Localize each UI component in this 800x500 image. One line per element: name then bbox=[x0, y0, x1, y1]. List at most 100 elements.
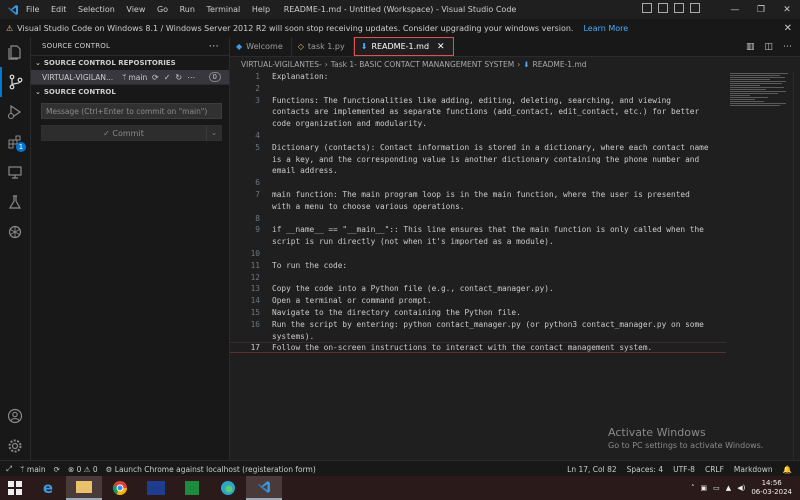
branch-icon: ᛘ bbox=[122, 72, 127, 82]
tray-app-icon[interactable]: ▣ bbox=[701, 484, 708, 492]
system-tray: ˄ ▣ ▭ ▲ ◀) 14:56 06-03-2024 bbox=[691, 476, 792, 500]
customize-layout-icon[interactable] bbox=[690, 3, 700, 13]
breadcrumb: VIRTUAL-VIGILANTES- › Task 1- BASIC CONT… bbox=[230, 57, 800, 71]
menu-view[interactable]: View bbox=[126, 5, 145, 14]
more-actions-icon[interactable]: ⋯ bbox=[209, 41, 219, 52]
status-bar: ⤢ ᛘ main ⟳ ⊗ 0 ⚠ 0 ⚙ Launch Chrome again… bbox=[0, 460, 800, 477]
code-line: Run the script by entering: python conta… bbox=[272, 319, 704, 329]
internet-explorer-icon[interactable]: e bbox=[30, 476, 66, 500]
line-number: 7 bbox=[255, 190, 260, 199]
status-branch[interactable]: ᛘ main bbox=[20, 465, 46, 474]
close-tab-icon[interactable]: ✕ bbox=[437, 42, 445, 52]
tab-welcome[interactable]: ◆ Welcome bbox=[230, 37, 292, 56]
menu-go[interactable]: Go bbox=[157, 5, 168, 14]
settings-gear-icon[interactable] bbox=[0, 431, 30, 461]
status-encoding[interactable]: UTF-8 bbox=[673, 465, 695, 474]
line-number: 11 bbox=[250, 260, 260, 270]
breadcrumb-separator-icon: › bbox=[324, 59, 328, 69]
volume-icon[interactable]: ◀) bbox=[737, 484, 745, 492]
code-line: Dictionary (contacts): Contact informati… bbox=[272, 142, 709, 152]
code-line: script is run directly (not when it's im… bbox=[272, 237, 554, 247]
repo-more-icon[interactable]: ⋯ bbox=[187, 73, 195, 82]
toggle-panel-icon[interactable] bbox=[658, 3, 668, 13]
close-notice-icon[interactable]: ✕ bbox=[784, 23, 792, 34]
breadcrumb-folder[interactable]: Task 1- BASIC CONTACT MANANGEMENT SYSTEM bbox=[331, 60, 514, 69]
split-editor-icon[interactable]: ◫ bbox=[764, 42, 773, 52]
status-launch-config[interactable]: ⚙ Launch Chrome against localhost (regis… bbox=[106, 465, 316, 474]
status-language[interactable]: Markdown bbox=[734, 465, 773, 474]
toggle-secondary-sidebar-icon[interactable] bbox=[674, 3, 684, 13]
commit-dropdown-chevron-icon[interactable]: ⌄ bbox=[206, 125, 222, 141]
editor-scrollbar[interactable] bbox=[793, 71, 800, 460]
file-explorer-icon[interactable] bbox=[66, 476, 102, 500]
minimap[interactable] bbox=[730, 71, 794, 460]
tab-readme-1-md[interactable]: ⬇ README-1.md ✕ bbox=[353, 37, 454, 56]
menu-selection[interactable]: Selection bbox=[78, 5, 115, 14]
open-preview-icon[interactable]: ▥ bbox=[746, 42, 755, 52]
chrome-icon[interactable] bbox=[102, 476, 138, 500]
code-line: Navigate to the directory containing the… bbox=[272, 308, 521, 317]
line-number: 2 bbox=[255, 83, 260, 93]
commit-button[interactable]: ✓ Commit bbox=[41, 125, 206, 141]
source-control-icon[interactable] bbox=[0, 67, 30, 97]
chevron-down-icon: ⌄ bbox=[35, 88, 41, 96]
taskbar-clock[interactable]: 14:56 06-03-2024 bbox=[751, 479, 792, 497]
learn-more-link[interactable]: Learn More bbox=[583, 24, 628, 33]
menu-file[interactable]: File bbox=[26, 5, 39, 14]
status-indentation[interactable]: Spaces: 4 bbox=[627, 465, 663, 474]
code-line: Copy the code into a Python file (e.g., … bbox=[272, 284, 554, 294]
code-line: contacts are implemented as separate fun… bbox=[272, 107, 700, 117]
explorer-icon[interactable] bbox=[0, 37, 30, 67]
sync-status-icon[interactable]: ⟳ bbox=[54, 465, 60, 474]
repository-branch[interactable]: ᛘ main bbox=[122, 73, 147, 82]
menu-run[interactable]: Run bbox=[180, 5, 195, 14]
network-icon[interactable]: ▲ bbox=[726, 484, 731, 492]
refresh-icon[interactable]: ↻ bbox=[175, 73, 182, 82]
extensions-icon[interactable]: 1 bbox=[0, 127, 30, 157]
menu-help[interactable]: Help bbox=[252, 5, 270, 14]
repositories-section-header[interactable]: ⌄ SOURCE CONTROL REPOSITORIES bbox=[31, 55, 229, 70]
status-problems[interactable]: ⊗ 0 ⚠ 0 bbox=[68, 465, 98, 474]
minimize-icon[interactable]: — bbox=[722, 0, 748, 19]
bell-icon[interactable]: 🔔 bbox=[783, 465, 792, 474]
markdown-file-icon: ⬇ bbox=[523, 59, 530, 69]
menu-bar: File Edit Selection View Go Run Terminal… bbox=[26, 5, 279, 14]
status-cursor-position[interactable]: Ln 17, Col 82 bbox=[567, 465, 616, 474]
menu-edit[interactable]: Edit bbox=[51, 5, 67, 14]
source-control-section-label: SOURCE CONTROL bbox=[43, 88, 116, 96]
editor-more-icon[interactable]: ⋯ bbox=[783, 42, 792, 52]
accounts-icon[interactable] bbox=[0, 401, 30, 431]
close-window-icon[interactable]: ✕ bbox=[774, 0, 800, 19]
notice-text: Visual Studio Code on Windows 8.1 / Wind… bbox=[17, 23, 574, 33]
sync-icon[interactable]: ⟳ bbox=[152, 73, 159, 82]
remote-indicator-icon[interactable]: ⤢ bbox=[6, 464, 12, 474]
restore-icon[interactable]: ❐ bbox=[748, 0, 774, 19]
editor-text-area[interactable]: 1 Explanation: 2 3 Functions: The functional… bbox=[230, 71, 730, 460]
battery-icon[interactable]: ▭ bbox=[713, 484, 720, 492]
chatgpt-extension-icon[interactable] bbox=[0, 217, 30, 247]
isis-app-icon[interactable] bbox=[138, 476, 174, 500]
commit-message-input[interactable]: Message (Ctrl+Enter to commit on "main") bbox=[41, 103, 222, 119]
remote-explorer-icon[interactable] bbox=[0, 157, 30, 187]
sidebar-title: SOURCE CONTROL bbox=[42, 42, 111, 50]
clock-time: 14:56 bbox=[761, 479, 782, 487]
edge-icon[interactable] bbox=[210, 476, 246, 500]
source-control-section-header[interactable]: ⌄ SOURCE CONTROL bbox=[31, 84, 229, 99]
commit-check-icon[interactable]: ✓ bbox=[164, 73, 171, 82]
breadcrumb-root[interactable]: VIRTUAL-VIGILANTES- bbox=[241, 60, 322, 69]
tray-chevron-icon[interactable]: ˄ bbox=[691, 484, 695, 492]
spreadsheet-app-icon[interactable] bbox=[174, 476, 210, 500]
breadcrumb-file[interactable]: README-1.md bbox=[533, 60, 587, 69]
menu-terminal[interactable]: Terminal bbox=[206, 5, 240, 14]
run-debug-icon[interactable] bbox=[0, 97, 30, 127]
vscode-logo-icon bbox=[6, 3, 20, 17]
windows-start-icon[interactable] bbox=[0, 476, 30, 500]
status-eol[interactable]: CRLF bbox=[705, 465, 724, 474]
tab-label-readme-1-md: README-1.md bbox=[371, 42, 430, 51]
vscode-taskbar-icon[interactable] bbox=[246, 476, 282, 500]
repository-row[interactable]: VIRTUAL-VIGILAN... ᛘ main ⟳ ✓ ↻ ⋯ 0 bbox=[31, 70, 229, 84]
changes-count-badge: 0 bbox=[208, 72, 221, 82]
testing-icon[interactable] bbox=[0, 187, 30, 217]
toggle-sidebar-icon[interactable] bbox=[642, 3, 652, 13]
tab-task-1-py[interactable]: ◇ task 1.py bbox=[292, 37, 354, 56]
